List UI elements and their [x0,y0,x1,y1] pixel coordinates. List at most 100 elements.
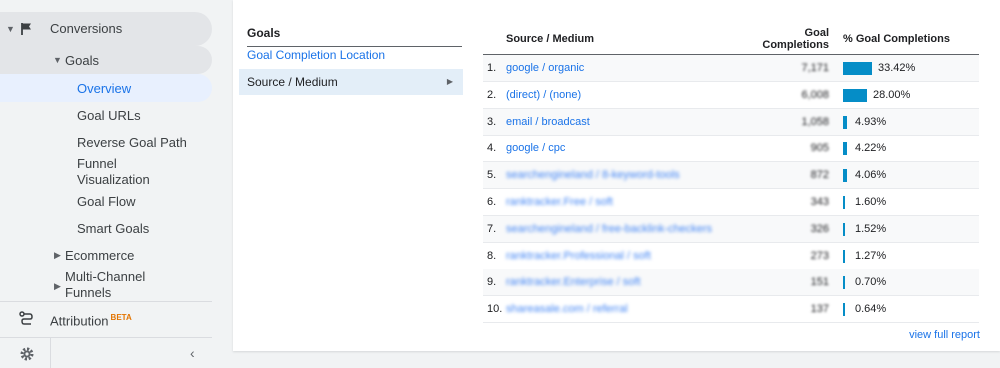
table-row: 1. google / organic 7,171 33.42% [483,55,979,82]
collapse-chevron-icon[interactable]: ‹ [190,345,195,361]
percentage-bar [843,169,847,183]
row-number: 8. [487,249,497,262]
percentage-value: 33.42% [878,62,916,74]
goal-completions-value: 273 [810,249,829,262]
conversions-label: Conversions [50,21,123,36]
goal-completions-value: 872 [810,169,829,182]
row-number: 6. [487,196,497,208]
goal-completions-value: 151 [810,276,829,289]
source-medium-option[interactable]: Source / Medium ▶ [239,69,463,95]
sidebar-item-attribution[interactable]: Attribution BETA [0,305,212,333]
caret-down-icon: ▼ [6,24,15,34]
sidebar-item-overview[interactable]: Overview [0,74,212,102]
source-medium-link[interactable]: shareasale.com / referral [506,303,628,315]
percentage-bar [843,249,845,263]
percentage-value: 4.22% [855,142,887,155]
source-medium-link[interactable]: ranktracker.Professional / soft [506,250,651,262]
table-row: 2. (direct) / (none) 6,008 28.00% [483,82,979,109]
source-medium-link[interactable]: ranktracker.Free / soft [506,196,613,208]
row-number: 10. [487,303,503,316]
percentage-bar [843,62,872,75]
row-number: 2. [487,88,497,101]
row-number: 3. [487,115,497,128]
column-header-source-medium[interactable]: Source / Medium [506,33,594,45]
percentage-bar [843,88,867,102]
column-header-goal-completions[interactable]: Goal Completions [753,27,829,51]
sidebar-item-reverse-goal-path[interactable]: Reverse Goal Path [0,129,212,155]
attribution-icon [19,311,33,325]
goal-completion-location-link[interactable]: Goal Completion Location [247,48,385,62]
view-full-report-link[interactable]: view full report [909,329,980,341]
attribution-label: Attribution [50,313,109,329]
percentage-value: 1.52% [855,222,887,235]
goal-completions-value: 137 [810,303,829,316]
report-card: Goals Goal Completion Location Source / … [233,0,1000,351]
row-number: 4. [487,142,497,155]
sidebar-item-smart-goals[interactable]: Smart Goals [0,215,212,241]
percentage-value: 0.70% [855,276,887,289]
sidebar-item-goal-flow[interactable]: Goal Flow [0,188,212,214]
goal-flow-label: Goal Flow [77,193,136,209]
percentage-value: 1.60% [855,196,887,208]
goal-completions-value: 905 [810,142,829,155]
percentage-bar [843,222,845,236]
goal-urls-label: Goal URLs [77,107,141,123]
funnel-visualization-label: Funnel Visualization [77,156,150,187]
sidebar-item-ecommerce[interactable]: ▶ Ecommerce [0,242,212,268]
sidebar-item-funnel-visualization[interactable]: Funnel Visualization [0,155,212,189]
table-row: 10. shareasale.com / referral 137 0.64% [483,296,979,324]
goal-completions-value: 7,171 [801,62,829,74]
row-number: 1. [487,62,497,74]
table-row: 8. ranktracker.Professional / soft 273 1.27… [483,243,979,270]
sidebar-item-goal-urls[interactable]: Goal URLs [0,102,212,128]
overview-label: Overview [77,80,132,96]
percentage-value: 0.64% [855,303,887,316]
source-medium-link[interactable]: email / broadcast [506,116,590,128]
smart-goals-label: Smart Goals [77,220,150,236]
flag-icon [21,23,31,35]
table-row: 9. ranktracker.Enterprise / soft 151 0.70% [483,269,979,297]
sidebar-item-conversions[interactable]: ▼ Conversions [0,12,212,46]
table-row: 4. google / cpc 905 4.22% [483,135,979,163]
source-medium-link[interactable]: searchengineland / free-backlink-checker… [506,223,712,235]
caret-right-icon: ▶ [54,250,61,260]
source-medium-link[interactable]: ranktracker.Enterprise / soft [506,276,641,288]
percentage-bar [843,303,845,317]
table-row: 3. email / broadcast 1,058 4.93% [483,108,979,136]
table-row: 5. searchengineland / 8-keyword-tools 872 4… [483,162,979,190]
percentage-bar [843,196,845,209]
column-header-pct-goal-completions[interactable]: % Goal Completions [843,33,950,45]
sidebar-divider [0,337,212,338]
source-medium-link[interactable]: searchengineland / 8-keyword-tools [506,169,680,181]
percentage-bar [843,276,845,290]
percentage-value: 1.27% [855,249,887,262]
caret-right-icon: ▶ [446,77,453,86]
table-row: 6. ranktracker.Free / soft 343 1.60% [483,189,979,216]
source-medium-link[interactable]: google / cpc [506,142,565,154]
row-number: 5. [487,169,497,182]
goals-panel-title: Goals [247,26,462,47]
beta-badge: BETA [110,313,132,322]
goal-completions-value: 343 [810,196,829,208]
percentage-value: 4.93% [855,115,887,128]
sidebar-item-multi-channel-funnels[interactable]: ▶ Multi-Channel Funnels [0,268,212,302]
caret-down-icon: ▼ [53,55,62,65]
sidebar-item-goals[interactable]: ▼ Goals [0,46,212,74]
row-number: 7. [487,222,497,235]
source-medium-link[interactable]: google / organic [506,62,584,74]
sidebar-divider-vertical [50,338,51,368]
table-row: 7. searchengineland / free-backlink-check… [483,215,979,243]
sidebar: ▼ Conversions ▼ Goals Overview Goal URLs… [0,0,215,368]
source-medium-link[interactable]: (direct) / (none) [506,89,581,101]
source-medium-option-label: Source / Medium [247,75,338,89]
percentage-bar [843,142,847,156]
gear-icon[interactable] [19,346,35,362]
caret-right-icon: ▶ [54,281,61,291]
ecommerce-label: Ecommerce [65,248,135,263]
percentage-value: 28.00% [873,88,911,101]
percentage-value: 4.06% [855,169,887,182]
reverse-goal-path-label: Reverse Goal Path [77,134,187,150]
goal-completions-value: 326 [810,222,829,235]
row-number: 9. [487,276,497,289]
multi-channel-funnels-label: Multi-Channel Funnels [65,269,146,300]
